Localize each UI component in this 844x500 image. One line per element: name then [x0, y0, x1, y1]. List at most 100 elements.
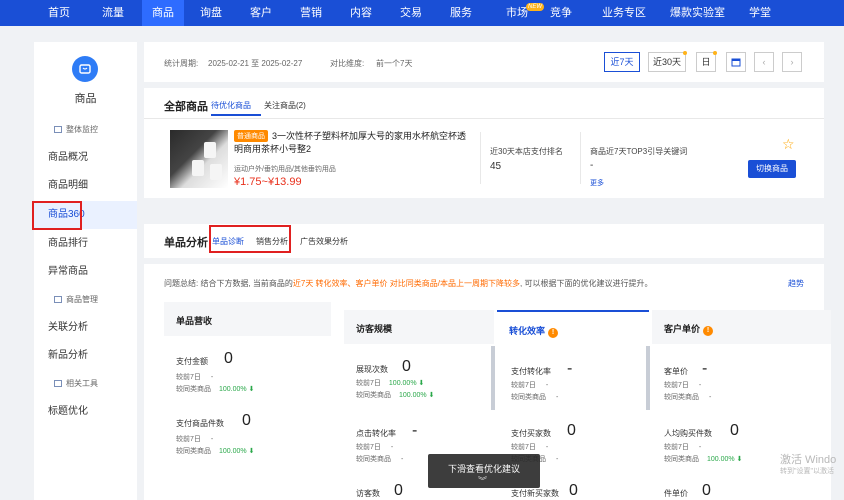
- prev7-label: 较前7日: [664, 382, 689, 389]
- product-category: 运动户外/垂钓用品/其他垂钓用品: [234, 166, 336, 173]
- vertical-divider: [480, 132, 481, 184]
- more-link[interactable]: 更多: [590, 178, 604, 188]
- compare-value: 前一个7天: [376, 59, 413, 68]
- prev7-value: -: [210, 374, 214, 381]
- card-scroll-strip[interactable]: [646, 346, 650, 410]
- stat-period-range: 2025-02-21 至 2025-02-27: [208, 59, 303, 68]
- nav-home[interactable]: 首页: [38, 0, 80, 26]
- nav-competition[interactable]: 竞争: [540, 0, 582, 26]
- peer-label: 较同类商品: [664, 394, 699, 401]
- product-image[interactable]: [170, 130, 228, 188]
- peer-label: 较同类商品: [176, 386, 211, 393]
- sidebar-item-ranking[interactable]: 商品排行: [34, 230, 137, 258]
- peer-label: 较同类商品: [664, 456, 699, 463]
- metric-value: 0: [730, 422, 739, 439]
- sidebar-item-new-products[interactable]: 新品分析: [34, 342, 137, 370]
- scroll-hint-tooltip[interactable]: 下滑查看优化建议 ︾: [428, 454, 540, 488]
- peer-value: -: [709, 394, 712, 401]
- tools-icon: [54, 380, 62, 387]
- metric-value: 0: [402, 358, 411, 375]
- chevron-right-icon: ›: [790, 57, 794, 67]
- highlight-box-sidebar: [32, 201, 82, 230]
- products-panel: 全部商品 待优化商品 关注商品(2) 3一次性杯子塑料杯加厚大号的家用水杯航空杯…: [144, 88, 824, 198]
- switch-product-button[interactable]: 切换商品: [748, 160, 796, 178]
- card-scroll-strip[interactable]: [491, 346, 495, 410]
- nav-business-zone[interactable]: 业务专区: [592, 0, 656, 26]
- nav-marketing[interactable]: 营销: [290, 0, 332, 26]
- calendar-button[interactable]: [726, 52, 746, 72]
- nav-customers[interactable]: 客户: [240, 0, 282, 26]
- metric-value: 0: [242, 412, 251, 429]
- nav-hot-lab[interactable]: 爆款实验室: [660, 0, 735, 26]
- card-title: 转化效率!: [509, 324, 559, 338]
- card-conversion-header[interactable]: 转化效率!: [497, 310, 649, 344]
- divider: [144, 118, 824, 119]
- cup-shape: [210, 164, 222, 180]
- calendar-icon: [731, 58, 741, 67]
- nav-traffic[interactable]: 流量: [92, 0, 134, 26]
- metric-label: 访客数: [356, 489, 380, 498]
- period-7d-button[interactable]: 近7天: [604, 52, 640, 72]
- peer-value: -: [556, 456, 559, 463]
- star-icon[interactable]: ☆: [782, 136, 795, 153]
- sidebar-item-detail[interactable]: 商品明细: [34, 172, 137, 200]
- period-day-button[interactable]: 日: [696, 51, 717, 72]
- nav-products[interactable]: 商品: [142, 0, 184, 26]
- nav-content[interactable]: 内容: [340, 0, 382, 26]
- top-keyword-value: -: [590, 160, 594, 171]
- analysis-title: 单品分析: [164, 237, 208, 249]
- metric-label: 支付商品件数: [176, 419, 224, 428]
- metric-prev7: 较前7日 -: [176, 434, 213, 444]
- nav-inquiry[interactable]: 询盘: [190, 0, 232, 26]
- nav-trade[interactable]: 交易: [390, 0, 432, 26]
- tab-to-optimize[interactable]: 待优化商品: [211, 100, 251, 111]
- period-30d-button[interactable]: 近30天: [648, 51, 687, 72]
- arrow-down-icon: ⬇: [428, 392, 435, 399]
- prev7-value: -: [698, 444, 702, 451]
- peer-value: -: [401, 456, 404, 463]
- products-title: 全部商品: [164, 101, 208, 113]
- metric-peer: 较同类商品 -: [356, 454, 403, 464]
- sidebar-group-label: 相关工具: [66, 379, 98, 388]
- product-title[interactable]: 3一次性杯子塑料杯加厚大号的家用水杯航空杯透明商用茶杯小号整2: [234, 130, 474, 156]
- cup-shape: [204, 142, 216, 158]
- metric-value: -: [412, 422, 418, 439]
- pay-rank-value: 45: [490, 161, 502, 172]
- prev7-value: -: [545, 444, 549, 451]
- metric-value: 0: [569, 482, 578, 499]
- sidebar-group-manage: 商品管理: [34, 286, 137, 314]
- manage-icon: [54, 296, 62, 303]
- sidebar-group-overall: 整体监控: [34, 116, 137, 144]
- prev7-label: 较前7日: [176, 374, 201, 381]
- trend-link[interactable]: 趋势: [788, 278, 804, 289]
- card-title-text: 转化效率: [509, 326, 546, 336]
- nav-service[interactable]: 服务: [440, 0, 482, 26]
- metric-value: -: [702, 360, 708, 377]
- metric-prev7: 较前7日 -: [664, 380, 701, 390]
- nav-market[interactable]: 市场 NEW: [496, 0, 544, 26]
- sidebar-group-label: 商品管理: [66, 295, 98, 304]
- pay-rank-label: 近30天本店支付排名: [490, 147, 563, 156]
- tab-followed[interactable]: 关注商品(2): [264, 100, 306, 111]
- prev-period-button[interactable]: ‹: [754, 52, 774, 72]
- card-title-text: 客户单价: [664, 324, 701, 334]
- sidebar-group-label: 整体监控: [66, 125, 98, 134]
- nav-academy[interactable]: 学堂: [739, 0, 781, 26]
- card-title: 访客规模: [356, 324, 393, 334]
- sidebar-item-abnormal[interactable]: 异常商品: [34, 258, 137, 286]
- sidebar-item-association[interactable]: 关联分析: [34, 314, 137, 342]
- peer-label: 较同类商品: [176, 448, 211, 455]
- metric-peer: 较同类商品 -: [664, 392, 711, 402]
- card-sales-header: 单品营收: [164, 302, 331, 336]
- metric-value: -: [567, 360, 573, 377]
- card-title: 单品营收: [176, 316, 213, 326]
- product-price: ¥1.75~¥13.99: [234, 176, 302, 188]
- metric-label: 客单价: [664, 367, 688, 376]
- tab-ad-effect[interactable]: 广告效果分析: [300, 236, 348, 247]
- stat-period-label: 统计周期:: [164, 59, 199, 68]
- sidebar-item-overview[interactable]: 商品概况: [34, 144, 137, 172]
- card-visitors-header: 访客规模: [344, 310, 494, 344]
- sidebar-item-title-optimize[interactable]: 标题优化: [34, 398, 137, 426]
- peer-value: 100.00%: [219, 448, 247, 455]
- next-period-button[interactable]: ›: [782, 52, 802, 72]
